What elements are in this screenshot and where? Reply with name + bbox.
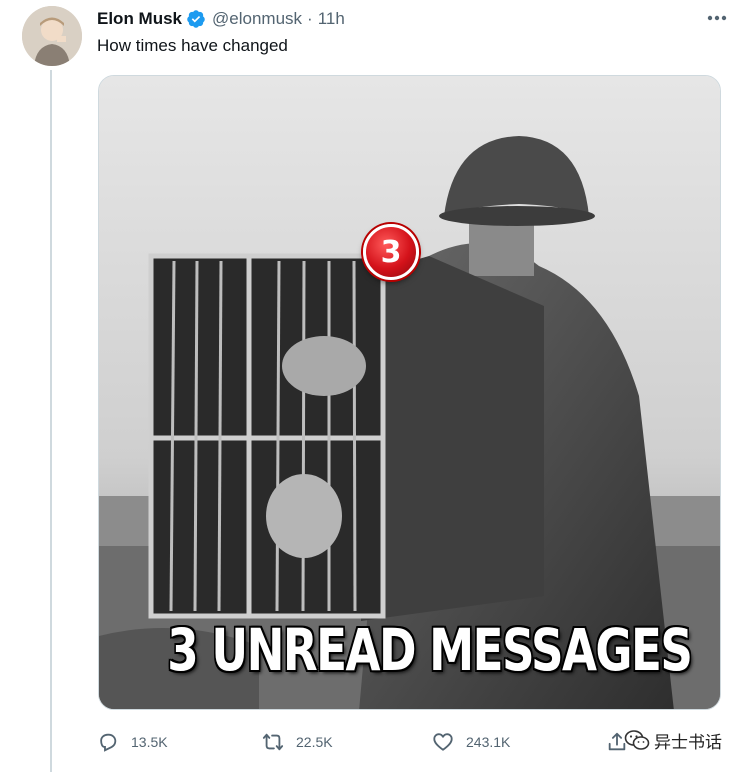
author-name[interactable]: Elon Musk <box>97 9 182 29</box>
meme-caption: 3 UNREAD MESSAGES <box>167 616 693 684</box>
retweet-count: 22.5K <box>296 734 333 750</box>
tweet-timestamp[interactable]: 11h <box>318 9 345 29</box>
retweet-button[interactable]: 22.5K <box>262 728 333 756</box>
separator-dot: · <box>307 9 313 28</box>
wechat-watermark: 异士书话 <box>624 727 722 753</box>
heart-icon <box>433 733 453 751</box>
unread-count-badge: 3 <box>363 224 419 280</box>
tweet-media[interactable]: 3 3 UNREAD MESSAGES <box>98 75 721 710</box>
reply-icon <box>100 733 117 752</box>
author-handle[interactable]: @elonmusk <box>212 9 302 29</box>
verified-badge-icon <box>186 9 206 29</box>
retweet-icon <box>262 733 284 751</box>
reply-count: 13.5K <box>131 734 168 750</box>
like-button[interactable]: 243.1K <box>432 728 510 756</box>
reply-button[interactable]: 13.5K <box>97 728 168 756</box>
more-options-icon[interactable] <box>700 8 734 28</box>
wechat-icon <box>624 730 650 750</box>
avatar[interactable] <box>22 6 82 66</box>
watermark-text: 异士书话 <box>654 732 722 752</box>
like-count: 243.1K <box>466 734 511 750</box>
tweet-header: Elon Musk @elonmusk · 11h <box>97 8 345 30</box>
tweet-text: How times have changed <box>97 36 288 55</box>
media-photo <box>99 76 720 709</box>
thread-line <box>50 70 52 772</box>
